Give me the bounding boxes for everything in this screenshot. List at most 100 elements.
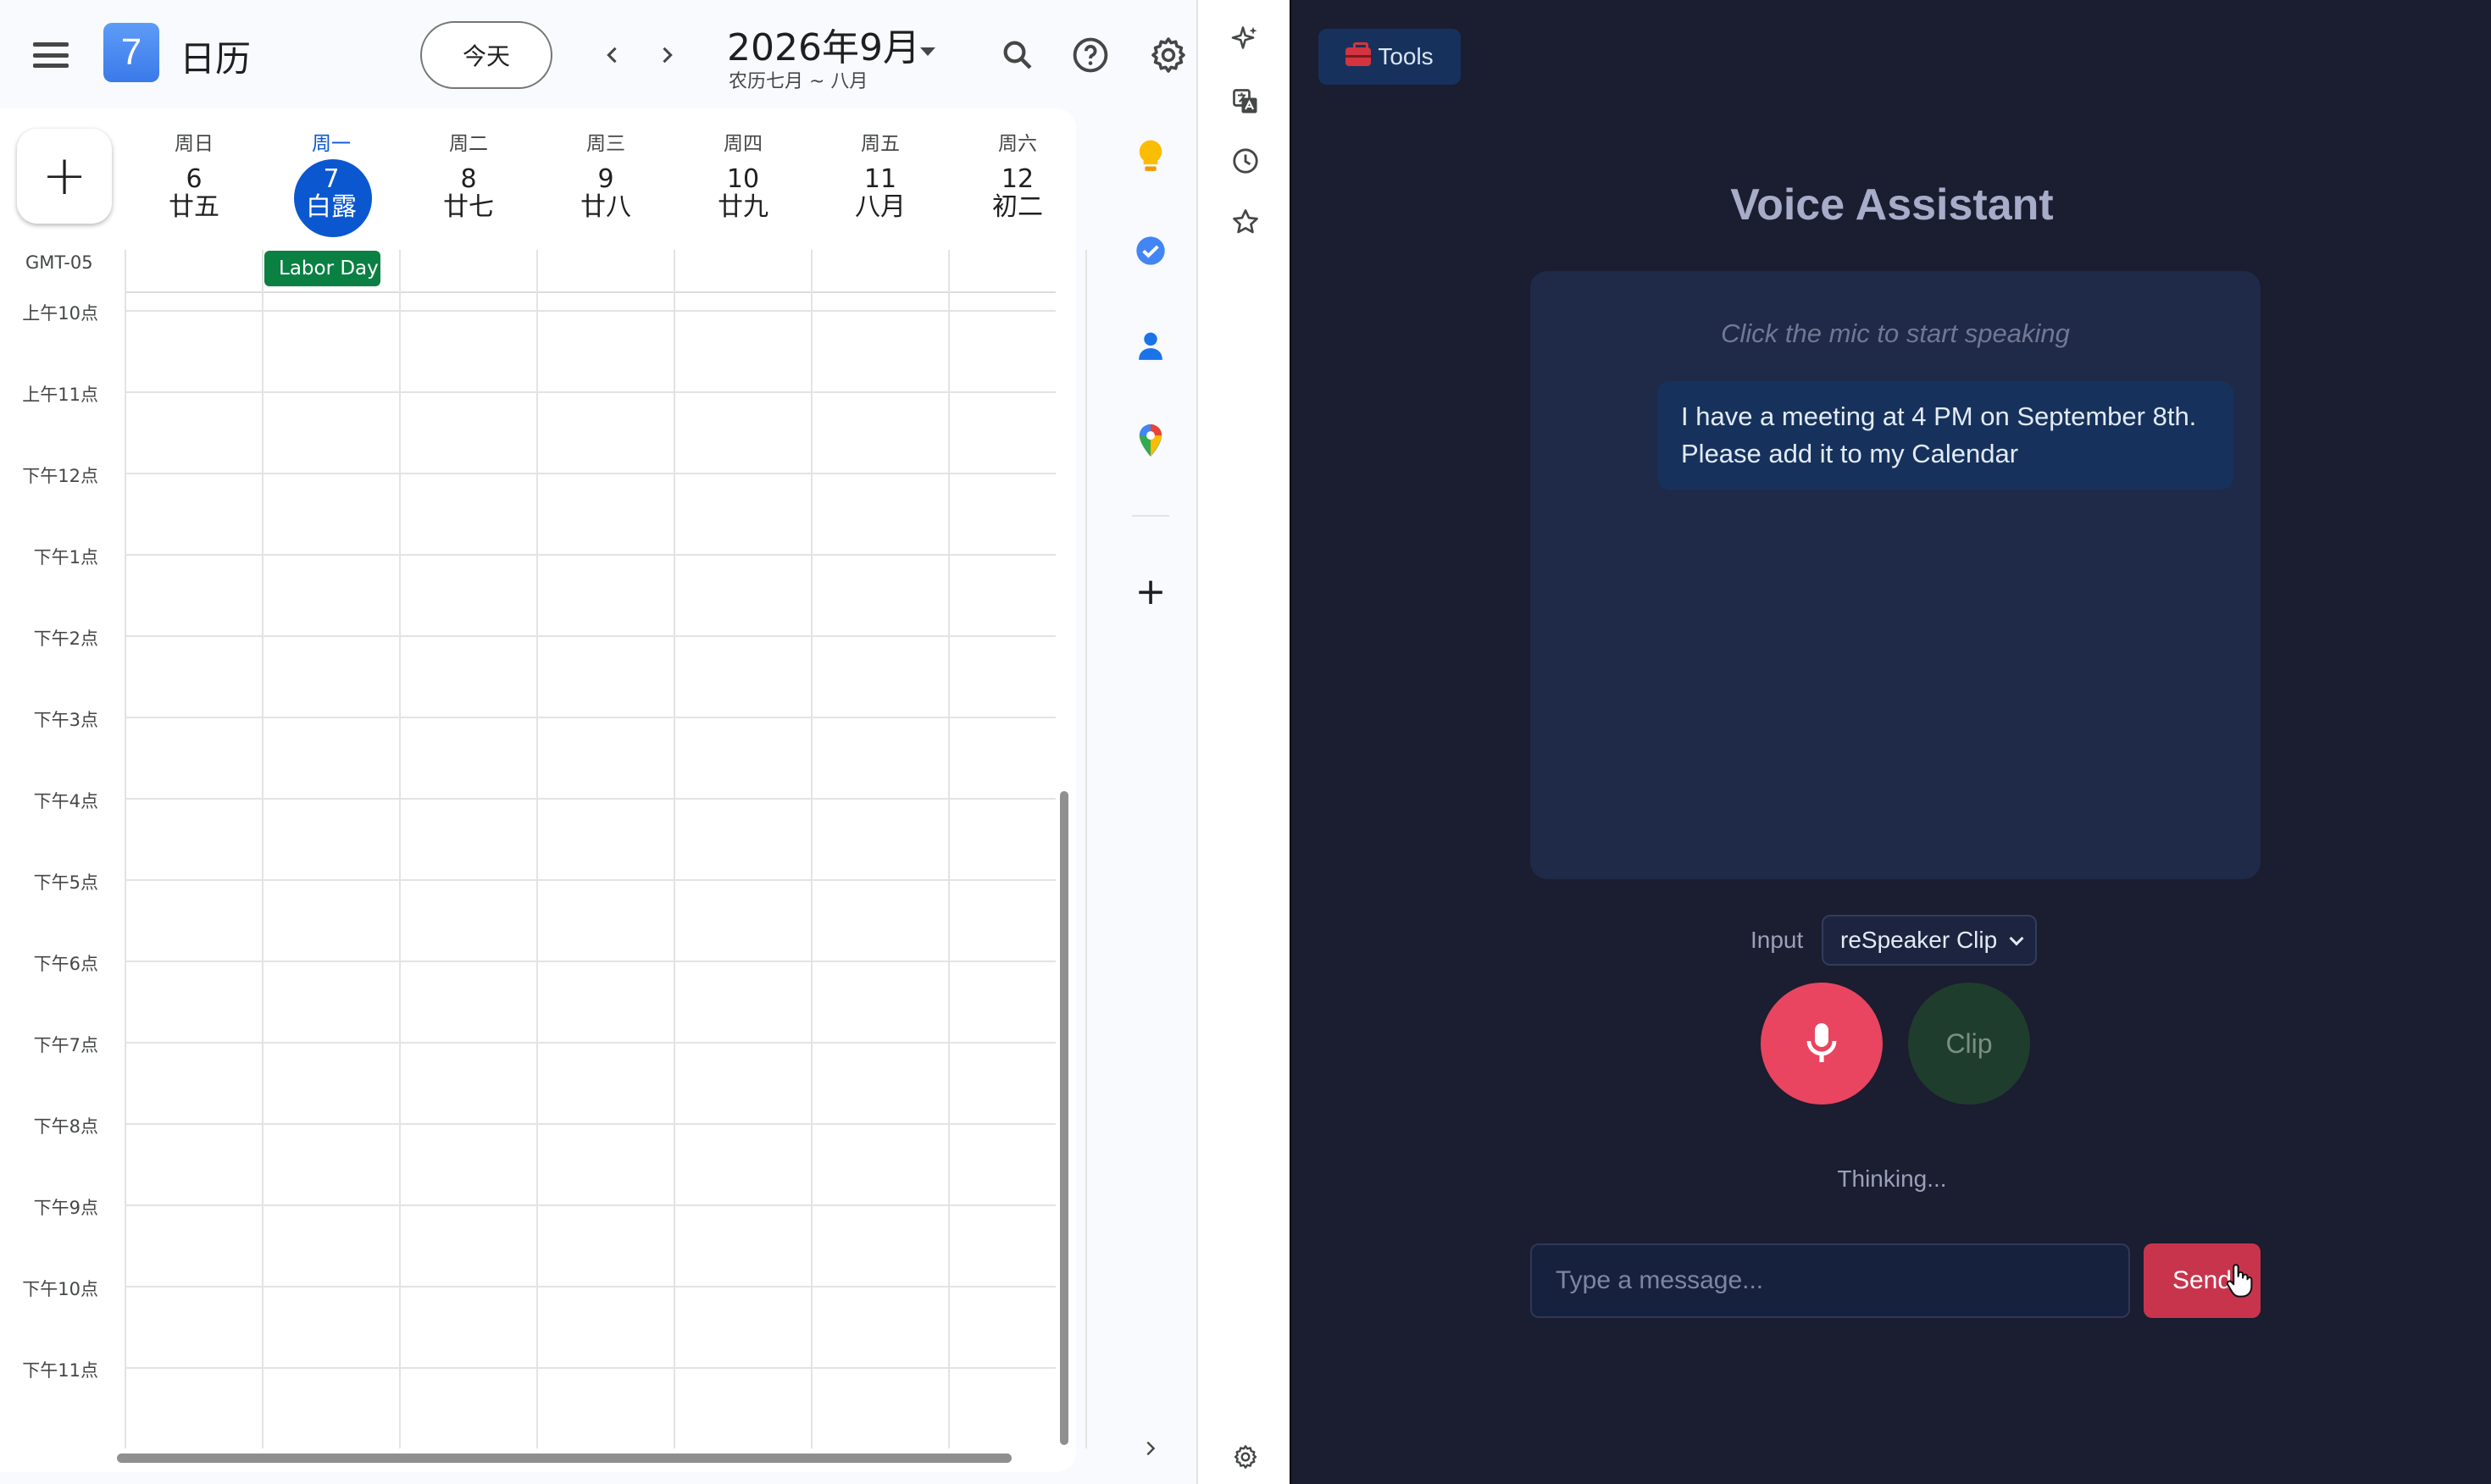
- tools-button[interactable]: Tools: [1318, 29, 1461, 85]
- input-device-select[interactable]: reSpeaker Clip: [1822, 915, 2037, 966]
- chat-window: Click the mic to start speaking I have a…: [1530, 271, 2261, 879]
- month-dropdown-icon[interactable]: [920, 47, 935, 56]
- expand-panel-button[interactable]: [1130, 1428, 1171, 1469]
- today-button[interactable]: 今天: [420, 21, 552, 89]
- lunar-date: 白露: [306, 192, 357, 222]
- lunar-date: 廿五: [169, 192, 219, 222]
- hour-label: 下午6点: [33, 954, 98, 974]
- day-column-divider: [948, 250, 950, 1448]
- calendar-header: 7 日历 今天 2026年9月 农历七月 ~ 八月: [0, 0, 1196, 108]
- hour-gridline: [125, 635, 1056, 637]
- hour-gridline: [125, 879, 1056, 881]
- lunar-date: 廿八: [580, 192, 631, 222]
- day-header-3[interactable]: 周三 9 廿八: [537, 127, 674, 222]
- tasks-icon: [1136, 236, 1165, 265]
- day-number: 11: [863, 164, 897, 194]
- hour-gridline: [125, 310, 1056, 312]
- day-of-week: 周六: [998, 133, 1037, 155]
- settings-button[interactable]: [1146, 32, 1191, 78]
- day-column-divider: [399, 250, 401, 1448]
- expand-chevron-icon: [1146, 1441, 1156, 1456]
- horizontal-scrollbar[interactable]: [117, 1454, 1012, 1463]
- create-event-button[interactable]: +: [17, 129, 112, 224]
- hour-gridline: [125, 1367, 1056, 1369]
- day-header-0[interactable]: 周日 6 廿五: [125, 127, 263, 222]
- hour-label: 上午11点: [22, 385, 98, 405]
- contacts-button[interactable]: [1130, 325, 1171, 366]
- settings-icon: [1234, 1445, 1257, 1469]
- settings-icon: [1151, 37, 1185, 73]
- day-of-week: 周二: [449, 133, 488, 155]
- hour-label: 下午9点: [33, 1198, 98, 1218]
- day-number: 7: [323, 164, 340, 194]
- chat-hint: Click the mic to start speaking: [1721, 318, 2070, 348]
- lunar-date: 八月: [855, 192, 906, 222]
- help-icon: [1073, 37, 1108, 73]
- hour-label: 下午10点: [22, 1279, 98, 1299]
- message-input[interactable]: [1530, 1243, 2130, 1318]
- day-header-6[interactable]: 周六 12 初二: [949, 127, 1086, 222]
- day-header-5[interactable]: 周五 11 八月: [812, 127, 949, 222]
- keep-icon: [1139, 140, 1162, 171]
- all-day-divider: [125, 291, 1056, 293]
- hour-gridline: [125, 391, 1056, 393]
- calendar-logo-icon: 7: [103, 23, 159, 82]
- sparkle-icon: [1231, 26, 1257, 49]
- side-panel-divider: [1132, 515, 1169, 517]
- week-grid: [0, 108, 1076, 1472]
- day-of-week: 周五: [861, 133, 900, 155]
- star-icon: [1233, 209, 1258, 234]
- day-of-week: 周三: [586, 133, 625, 155]
- hour-label: 下午7点: [33, 1035, 98, 1055]
- hour-label: 下午11点: [22, 1360, 98, 1381]
- day-column-divider: [1085, 250, 1087, 1448]
- assistant-title: Voice Assistant: [1730, 180, 2054, 230]
- main-menu-button[interactable]: [25, 34, 76, 76]
- day-header-1[interactable]: 周一 7 白露: [263, 127, 400, 222]
- vertical-scrollbar[interactable]: [1060, 791, 1068, 1445]
- input-device-label: Input: [1750, 927, 1804, 953]
- clip-button[interactable]: Clip: [1908, 983, 2030, 1105]
- day-header-2[interactable]: 周二 8 廿七: [400, 127, 537, 222]
- hour-gridline: [125, 1123, 1056, 1125]
- lunar-date: 廿九: [718, 192, 768, 222]
- voice-assistant-panel: Tools Voice Assistant Click the mic to s…: [1290, 0, 2491, 1484]
- mic-button[interactable]: [1761, 983, 1883, 1105]
- hour-gridline: [125, 798, 1056, 800]
- search-icon: [1003, 41, 1032, 69]
- day-number: 8: [460, 164, 477, 194]
- translate-icon: [1233, 89, 1257, 114]
- add-icon: +: [1135, 569, 1167, 613]
- day-column-divider: [674, 250, 675, 1448]
- lunar-month-subtitle: 农历七月 ~ 八月: [729, 71, 868, 92]
- day-header-4[interactable]: 周四 10 廿九: [674, 127, 812, 222]
- day-column-divider: [262, 250, 264, 1448]
- next-week-button[interactable]: [646, 34, 688, 76]
- lunar-date: 初二: [992, 192, 1043, 222]
- previous-week-button[interactable]: [591, 34, 634, 76]
- search-button[interactable]: [995, 32, 1040, 78]
- strip-settings-button[interactable]: [1223, 1435, 1268, 1479]
- hour-label: 下午3点: [33, 710, 98, 730]
- history-button[interactable]: [1223, 139, 1268, 183]
- help-button[interactable]: [1068, 32, 1113, 78]
- tasks-button[interactable]: [1130, 230, 1171, 271]
- hour-label: 下午4点: [33, 791, 98, 811]
- month-title[interactable]: 2026年9月: [727, 17, 920, 71]
- all-day-event[interactable]: Labor Day: [264, 251, 380, 286]
- bookmarks-button[interactable]: [1223, 200, 1268, 244]
- hour-label: 下午5点: [33, 872, 98, 893]
- translate-button[interactable]: [1223, 80, 1268, 124]
- toolbox-icon: [1345, 42, 1372, 66]
- hour-label: 下午12点: [22, 466, 98, 486]
- tools-label: Tools: [1378, 43, 1434, 69]
- hour-label: 下午2点: [33, 628, 98, 649]
- maps-button[interactable]: [1130, 420, 1171, 461]
- ai-sparkle-button[interactable]: [1223, 17, 1268, 61]
- status-text: Thinking...: [1837, 1166, 1947, 1192]
- hour-label: 上午10点: [22, 303, 98, 324]
- calendar-app: 7 日历 今天 2026年9月 农历七月 ~ 八月 + 周日 6 廿五 周一 7…: [0, 0, 1196, 1484]
- add-addon-button[interactable]: +: [1130, 569, 1171, 613]
- hour-gridline: [125, 1286, 1056, 1287]
- keep-button[interactable]: [1130, 136, 1171, 176]
